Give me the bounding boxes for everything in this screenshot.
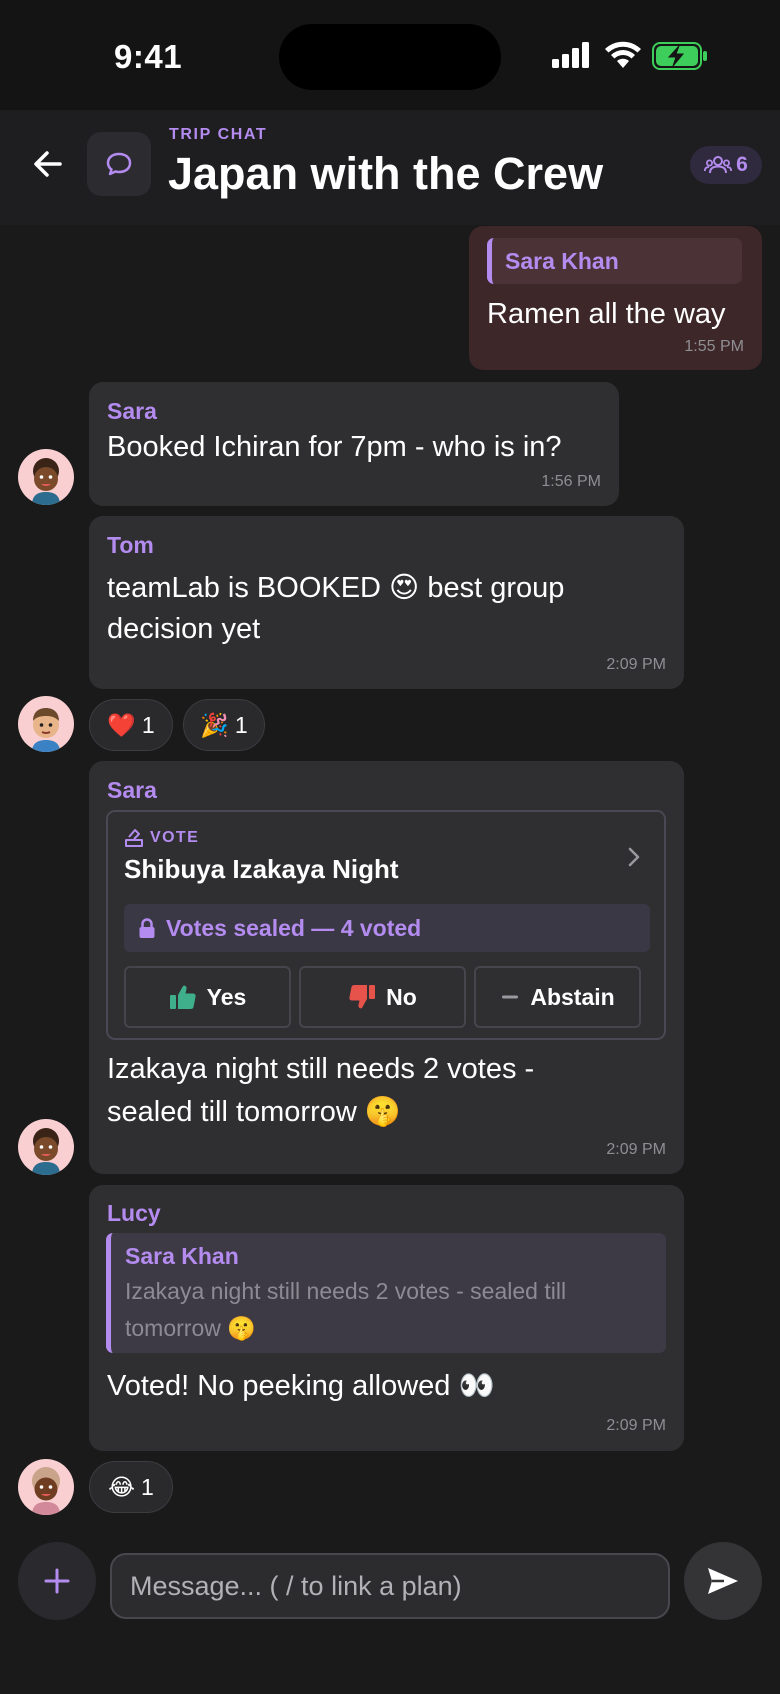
avatar-illustration [32, 708, 60, 752]
back-button[interactable] [30, 146, 66, 182]
message-text-line: decision yet [107, 613, 261, 645]
vote-option-label: No [386, 983, 417, 1010]
message-composer [0, 1520, 780, 1694]
ballot-box-icon [125, 829, 143, 847]
message-time: 2:09 PM [606, 656, 666, 673]
people-icon [704, 156, 733, 174]
app-header: TRIP CHAT Japan with the Crew 6 [0, 110, 780, 225]
avatar-sara[interactable] [18, 1119, 74, 1175]
status-bar: 9:41 [0, 0, 780, 110]
reaction-count: 1 [234, 711, 248, 738]
dynamic-island [279, 24, 501, 90]
avatar-illustration [32, 458, 60, 505]
message-bubble[interactable]: Tom teamLab is BOOKED 😍 best group decis… [89, 516, 684, 689]
vote-no-button[interactable]: No [299, 966, 466, 1028]
chat-kicker: TRIP CHAT [169, 126, 268, 143]
vote-option-label: Yes [206, 983, 247, 1010]
chevron-right-icon[interactable] [626, 846, 642, 868]
avatar-tom[interactable] [18, 696, 74, 752]
message-text: Ramen all the way [487, 298, 726, 330]
vote-abstain-button[interactable]: Abstain [474, 966, 641, 1028]
reply-quote[interactable]: Sara Khan Izakaya night still needs 2 vo… [106, 1233, 666, 1353]
avatar-illustration [32, 1467, 60, 1515]
avatar-lucy[interactable] [18, 1459, 74, 1515]
sender-name: Lucy [107, 1200, 161, 1226]
thumbs-down-icon [349, 985, 376, 1009]
vote-kicker-label: VOTE [150, 829, 200, 846]
message-text: Booked Ichiran for 7pm - who is in? [107, 431, 562, 463]
reaction-emoji: 🎉 [200, 711, 229, 738]
sender-name: Sara [107, 398, 157, 424]
vote-option-label: Abstain [530, 983, 615, 1010]
send-button[interactable] [684, 1542, 762, 1620]
reaction-emoji: ❤️ [107, 711, 136, 738]
reaction-chip[interactable]: ❤️ 1 [89, 699, 173, 751]
message-bubble[interactable]: Lucy Sara Khan Izakaya night still needs… [89, 1185, 684, 1451]
message-time: 1:56 PM [541, 473, 601, 490]
message-time: 2:09 PM [606, 1141, 666, 1158]
vote-kicker: VOTE [124, 828, 199, 848]
avatar-sara[interactable] [18, 449, 74, 505]
message-text-line: sealed till tomorrow 🤫 [107, 1096, 401, 1128]
battery-charging-icon [652, 42, 707, 70]
quote-author: Sara Khan [505, 248, 619, 274]
arrow-left-icon [34, 151, 62, 177]
chat-type-badge [87, 132, 151, 196]
reaction-count: 1 [141, 1473, 154, 1500]
plus-icon [44, 1568, 70, 1594]
vote-title: Shibuya Izakaya Night [124, 854, 399, 884]
member-count: 6 [736, 153, 748, 176]
avatar-illustration [32, 1128, 60, 1175]
vote-yes-button[interactable]: Yes [124, 966, 291, 1028]
cellular-signal-icon [552, 42, 589, 68]
votes-sealed-banner: Votes sealed — 4 voted [124, 904, 650, 952]
reaction-emoji: 😂 [108, 1473, 136, 1500]
message-text-line: Izakaya night still needs 2 votes - [107, 1053, 535, 1085]
lock-icon [139, 918, 155, 938]
message-text: Voted! No peeking allowed 👀 [107, 1370, 495, 1402]
sender-name: Tom [107, 532, 154, 558]
chat-bubble-icon [106, 152, 132, 176]
sender-name: Sara [107, 777, 157, 803]
quote-text-line: tomorrow 🤫 [125, 1315, 256, 1341]
message-bubble[interactable]: Sara Booked Ichiran for 7pm - who is in?… [89, 382, 619, 506]
reply-quote[interactable]: Sara Khan [487, 238, 742, 284]
quote-text-line: Izakaya night still needs 2 votes - seal… [125, 1278, 567, 1304]
status-time: 9:41 [114, 38, 183, 75]
thumbs-up-icon [169, 985, 196, 1009]
send-icon [708, 1568, 738, 1594]
wifi-icon [605, 41, 641, 68]
minus-icon [502, 995, 519, 999]
votes-sealed-text: Votes sealed — 4 voted [166, 914, 422, 941]
reaction-count: 1 [141, 711, 155, 738]
message-time: 2:09 PM [606, 1417, 666, 1434]
vote-card[interactable]: VOTE Shibuya Izakaya Night Votes sealed … [106, 810, 666, 1040]
message-text-line: teamLab is BOOKED 😍 best group [107, 572, 565, 604]
chat-title: Japan with the Crew [168, 148, 604, 199]
message-input[interactable] [110, 1553, 670, 1619]
reaction-chip[interactable]: 😂 1 [89, 1461, 173, 1513]
attach-button[interactable] [18, 1542, 96, 1620]
quote-author: Sara Khan [125, 1243, 239, 1269]
message-time: 1:55 PM [684, 338, 744, 355]
reaction-chip[interactable]: 🎉 1 [183, 699, 265, 751]
own-message-bubble[interactable]: Sara Khan Ramen all the way 1:55 PM [469, 226, 762, 370]
members-button[interactable]: 6 [690, 146, 762, 184]
